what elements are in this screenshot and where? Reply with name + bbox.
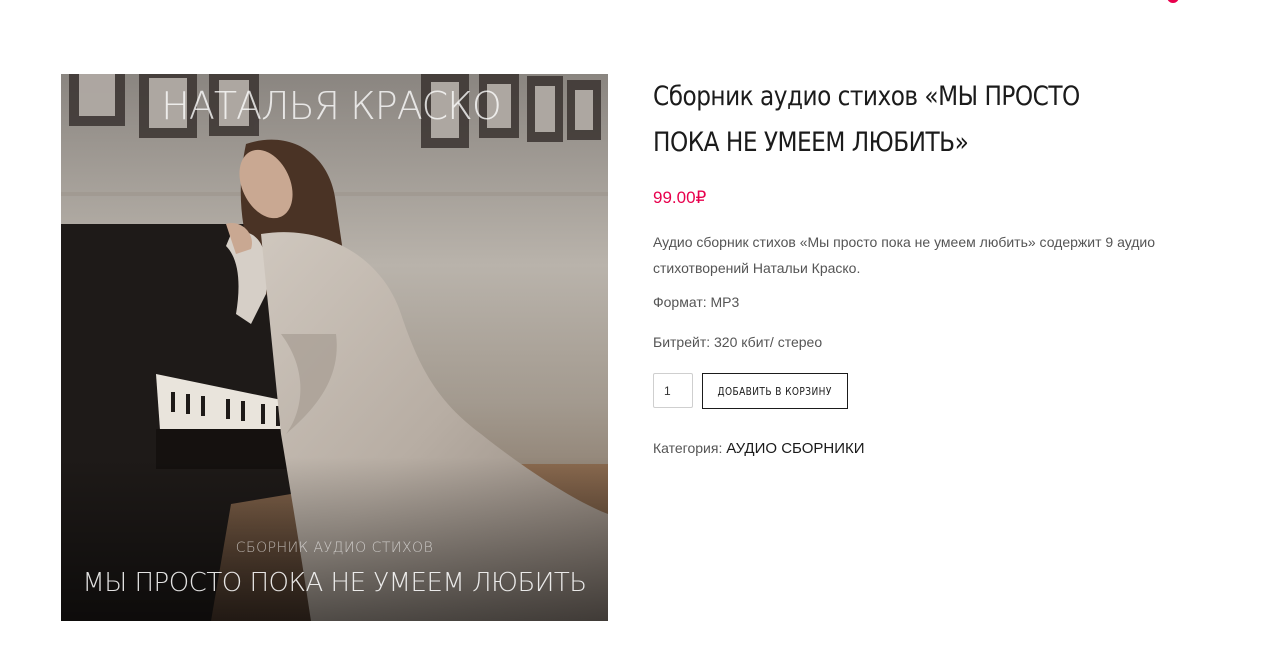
product-category: Категория: АУДИО СБОРНИКИ xyxy=(653,440,865,457)
product-summary: Сборник аудио стихов «МЫ ПРОСТО ПОКА НЕ … xyxy=(653,74,1213,457)
quantity-input[interactable] xyxy=(653,373,693,408)
cover-title-text: МЫ ПРОСТО ПОКА НЕ УМЕЕМ ЛЮБИТЬ xyxy=(82,568,587,598)
product-price: 99.00₽ xyxy=(653,188,707,207)
cart-count-badge[interactable] xyxy=(1167,0,1179,3)
product-title: Сборник аудио стихов «МЫ ПРОСТО ПОКА НЕ … xyxy=(653,81,1080,158)
add-to-cart-label: ДОБАВИТЬ В КОРЗИНУ xyxy=(717,384,833,398)
product-description: Аудио сборник стихов «Мы просто пока не … xyxy=(653,229,1213,281)
category-label: Категория: xyxy=(653,440,723,456)
category-link[interactable]: АУДИО СБОРНИКИ xyxy=(726,440,864,457)
cover-author-text: НАТАЛЬЯ КРАСКО xyxy=(161,84,501,128)
add-to-cart-button[interactable]: ДОБАВИТЬ В КОРЗИНУ xyxy=(702,373,848,409)
description-text: Аудио сборник стихов «Мы просто пока не … xyxy=(653,234,1156,276)
album-cover-art xyxy=(61,74,608,621)
product-bitrate: Битрейт: 320 кбит/ стерео xyxy=(653,334,823,350)
product-image[interactable]: НАТАЛЬЯ КРАСКО СБОРНИК АУДИО СТИХОВ МЫ П… xyxy=(61,74,608,621)
product-format: Формат: MP3 xyxy=(653,294,740,310)
cover-subtitle-text: СБОРНИК АУДИО СТИХОВ xyxy=(235,540,434,556)
